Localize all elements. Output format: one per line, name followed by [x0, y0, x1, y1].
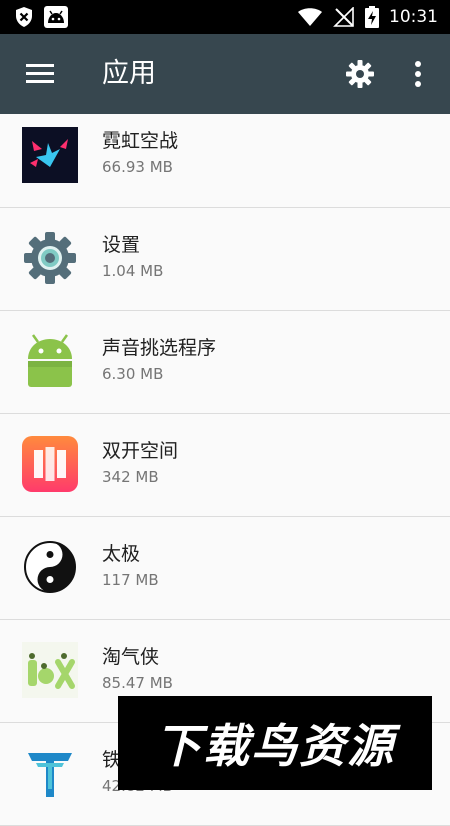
app-row-taiji[interactable]: 太极 117 MB — [0, 517, 450, 620]
status-bar: 10:31 — [0, 0, 450, 34]
app-name: 霓虹空战 — [102, 130, 179, 152]
status-time: 10:31 — [389, 7, 438, 27]
app-size: 85.47 MB — [102, 674, 173, 692]
no-signal-icon — [333, 7, 354, 27]
app-name: 太极 — [102, 543, 141, 565]
wifi-icon — [298, 8, 322, 26]
app-size: 66.93 MB — [102, 158, 173, 176]
app-row-settings[interactable]: 设置 1.04 MB — [0, 208, 450, 311]
app-name: 双开空间 — [102, 440, 179, 462]
page-title: 应用 — [102, 58, 156, 89]
shield-x-icon — [16, 7, 32, 27]
hamburger-icon — [26, 64, 54, 83]
settings-gear-icon — [24, 232, 76, 284]
menu-button[interactable] — [26, 62, 54, 88]
status-right-icons: 10:31 — [297, 6, 438, 28]
app-size: 117 MB — [102, 571, 159, 589]
android-robot-icon — [28, 334, 72, 387]
app-name: 设置 — [102, 234, 141, 256]
watermark-banner: 下载鸟资源 — [118, 696, 432, 790]
android-notification-icon — [44, 6, 68, 28]
settings-button[interactable] — [345, 59, 375, 93]
app-row-sound-picker[interactable]: 声音挑选程序 6.30 MB — [0, 311, 450, 414]
more-options-button[interactable] — [410, 60, 426, 92]
app-size: 1.04 MB — [102, 262, 164, 280]
app-name: 声音挑选程序 — [102, 337, 217, 359]
app-row-neon[interactable]: 霓虹空战 66.93 MB — [0, 114, 450, 208]
app-size: 342 MB — [102, 468, 159, 486]
app-row-dual-space[interactable]: 双开空间 342 MB — [0, 414, 450, 517]
gear-icon — [346, 60, 374, 88]
dual-space-icon — [22, 436, 78, 492]
taiji-yinyang-icon — [24, 541, 76, 593]
app-size: 6.30 MB — [102, 365, 164, 383]
taoqixia-icon — [22, 642, 78, 698]
status-left-icons — [14, 6, 68, 28]
battery-charging-icon — [365, 6, 379, 28]
app-name: 淘气侠 — [102, 646, 160, 668]
more-vert-icon — [415, 61, 421, 87]
app-toolbar: 应用 — [0, 34, 450, 114]
t-logo-icon — [22, 745, 78, 801]
neon-airwar-icon — [22, 127, 78, 183]
